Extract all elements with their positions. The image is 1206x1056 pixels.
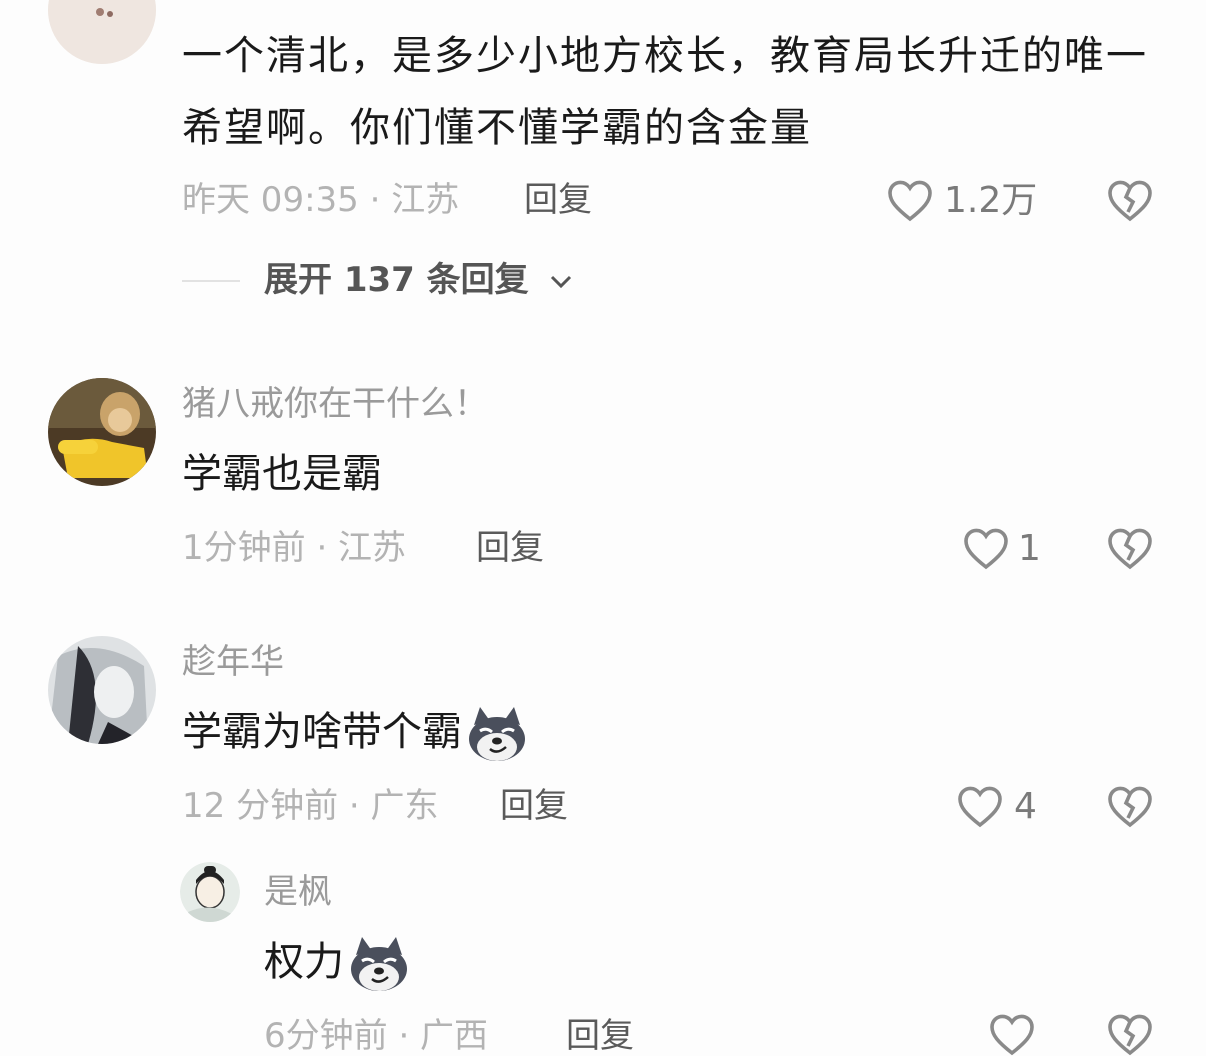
like-count: 1.2万 [944, 180, 1038, 221]
broken-heart-icon[interactable] [1106, 1012, 1154, 1056]
comment-meta: 1分钟前 · 江苏 [182, 528, 407, 568]
reply-button[interactable]: 回复 [476, 528, 544, 568]
like-count: 4 [1014, 786, 1037, 827]
heart-icon[interactable] [956, 784, 1004, 828]
husky-emoji-icon [351, 937, 407, 991]
comment-text-content: 学霸为啥带个霸 [182, 709, 462, 755]
comment-text: 学霸也是霸 [182, 451, 382, 497]
chevron-down-icon [550, 275, 571, 288]
comment-text: 学霸为啥带个霸 [182, 696, 528, 768]
comment-meta: 昨天 09:35 · 江苏 [182, 180, 460, 220]
avatar-image [48, 636, 156, 744]
broken-heart-icon[interactable] [1106, 526, 1154, 570]
avatar[interactable] [48, 0, 156, 64]
heart-icon[interactable] [962, 526, 1010, 570]
reply-button[interactable]: 回复 [566, 1016, 634, 1056]
heart-icon[interactable] [886, 178, 934, 222]
reply-button[interactable]: 回复 [524, 180, 592, 220]
heart-icon[interactable] [988, 1012, 1036, 1056]
avatar-image [180, 862, 240, 922]
username[interactable]: 猪八戒你在干什么！ [182, 384, 488, 424]
comment-text: 权力 [264, 926, 410, 998]
comment-meta: 6分钟前 · 广西 [264, 1016, 489, 1056]
husky-emoji-icon [469, 707, 525, 761]
broken-heart-icon[interactable] [1106, 784, 1154, 828]
username[interactable]: 趁年华 [182, 642, 284, 682]
username[interactable]: 是枫 [264, 872, 332, 912]
reply-button[interactable]: 回复 [500, 786, 568, 826]
comment-text: 一个清北，是多少小地方校长，教育局长升迁的唯一希望啊。你们懂不懂学霸的含金量 [182, 33, 1148, 151]
comment-text-content: 权力 [264, 939, 344, 985]
like-count: 1 [1018, 528, 1041, 569]
expand-replies-button[interactable]: 展开 137 条回复 [264, 260, 573, 300]
broken-heart-icon[interactable] [1106, 178, 1154, 222]
expand-replies-label: 展开 137 条回复 [264, 260, 529, 300]
avatar-image [48, 0, 156, 64]
avatar[interactable] [180, 862, 240, 922]
comment-meta: 12 分钟前 · 广东 [182, 786, 439, 826]
avatar-image [48, 378, 156, 486]
avatar[interactable] [48, 378, 156, 486]
expand-divider [182, 280, 240, 282]
avatar[interactable] [48, 636, 156, 744]
